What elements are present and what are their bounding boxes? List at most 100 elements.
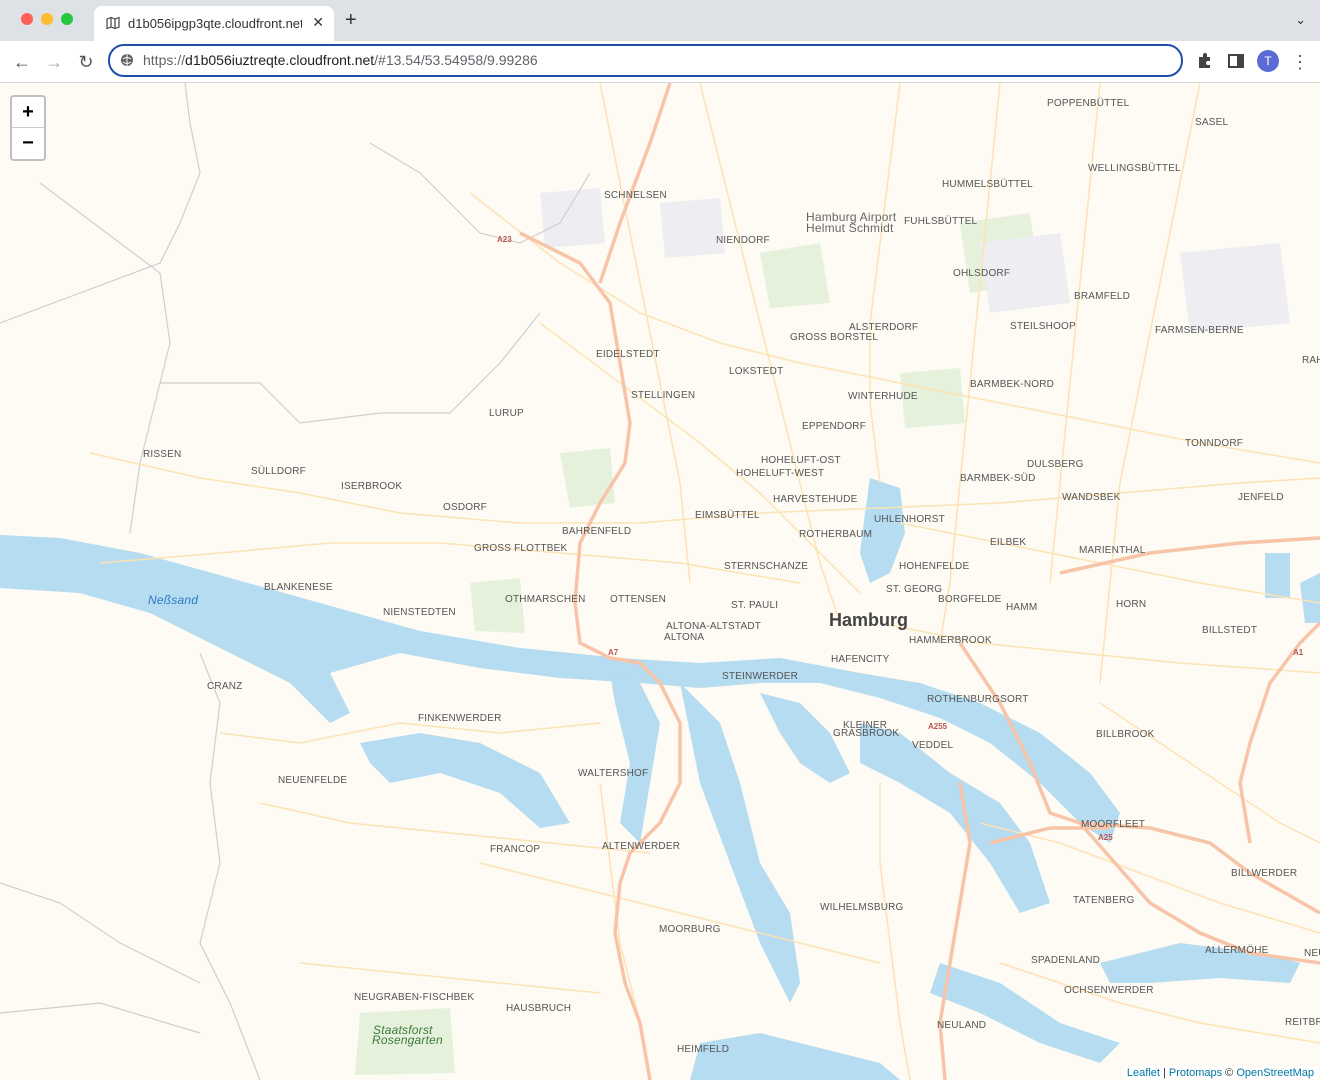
place-label: RAH bbox=[1302, 355, 1320, 366]
place-label: FRANCOP bbox=[490, 844, 541, 855]
place-label: WELLINGSBÜTTEL bbox=[1088, 163, 1181, 174]
place-label: NEU bbox=[1304, 948, 1320, 959]
urban-areas bbox=[540, 188, 1290, 333]
maximize-window-button[interactable] bbox=[61, 13, 73, 25]
browser-toolbar: ← → ↻ https://d1b056iuztreqte.cloudfront… bbox=[0, 41, 1320, 83]
place-label: MARIENTHAL bbox=[1079, 545, 1146, 556]
place-label: HOHELUFT-OST bbox=[761, 455, 841, 466]
tab-list-chevron-icon[interactable]: ⌄ bbox=[1295, 12, 1306, 28]
place-label: BAHRENFELD bbox=[562, 526, 632, 537]
zoom-out-button[interactable]: − bbox=[12, 128, 44, 158]
place-label: HARVESTEHUDE bbox=[773, 494, 858, 505]
city-label: Hamburg bbox=[829, 610, 909, 630]
place-label: EIMSBÜTTEL bbox=[695, 510, 760, 521]
minimize-window-button[interactable] bbox=[41, 13, 53, 25]
place-label: STEINWERDER bbox=[722, 671, 799, 682]
place-label: HORN bbox=[1116, 599, 1147, 610]
browser-menu-icon[interactable]: ⋮ bbox=[1289, 51, 1311, 73]
browser-tab[interactable]: d1b056ipgp3qte.cloudfront.net ✕ bbox=[94, 6, 334, 41]
place-label: FARMSEN-BERNE bbox=[1155, 325, 1244, 336]
motorways bbox=[519, 83, 1320, 1080]
place-label: HEIMFELD bbox=[677, 1044, 730, 1055]
extensions-puzzle-icon[interactable] bbox=[1195, 51, 1215, 71]
place-label: REITBR bbox=[1285, 1017, 1320, 1028]
place-label: GROSS BORSTEL bbox=[790, 332, 879, 343]
place-label: STEILSHOOP bbox=[1010, 321, 1076, 332]
place-label: LOKSTEDT bbox=[729, 366, 784, 377]
protomaps-link[interactable]: Protomaps bbox=[1169, 1067, 1222, 1079]
place-label: STELLINGEN bbox=[631, 390, 696, 401]
place-label: GRASBROOK bbox=[833, 728, 900, 739]
place-label: ALTONA-ALTSTADT bbox=[666, 621, 762, 632]
place-label: EPPENDORF bbox=[802, 421, 867, 432]
address-bar[interactable]: https://d1b056iuztreqte.cloudfront.net/#… bbox=[108, 44, 1183, 77]
place-label: MOORBURG bbox=[659, 924, 721, 935]
place-label: WANDSBEK bbox=[1062, 492, 1121, 503]
place-label: OTTENSEN bbox=[610, 594, 667, 605]
place-label: SASEL bbox=[1195, 117, 1229, 128]
back-button[interactable]: ← bbox=[11, 51, 33, 73]
close-window-button[interactable] bbox=[21, 13, 33, 25]
tab-close-icon[interactable]: ✕ bbox=[312, 14, 324, 31]
road-shield: A7 bbox=[608, 648, 619, 657]
place-label: SÜLLDORF bbox=[251, 466, 306, 477]
place-label: NEUGRABEN-FISCHBEK bbox=[354, 992, 475, 1003]
place-label: ISERBROOK bbox=[341, 481, 403, 492]
place-label: VEDDEL bbox=[912, 740, 954, 751]
place-label: SCHNELSEN bbox=[604, 190, 667, 201]
place-label: OTHMARSCHEN bbox=[505, 594, 586, 605]
place-label: ROTHERBAUM bbox=[799, 529, 873, 540]
place-label: BILLWERDER bbox=[1231, 868, 1298, 879]
map-attribution: Leaflet | Protomaps © OpenStreetMap bbox=[1122, 1066, 1318, 1080]
place-label: DULSBERG bbox=[1027, 459, 1084, 470]
reload-button[interactable]: ↻ bbox=[75, 51, 97, 73]
place-label: HUMMELSBÜTTEL bbox=[942, 179, 1033, 190]
place-label: HOHELUFT-WEST bbox=[736, 468, 825, 479]
site-info-icon[interactable] bbox=[120, 53, 134, 67]
place-label: ST. GEORG bbox=[886, 584, 943, 595]
forward-button[interactable]: → bbox=[43, 51, 65, 73]
profile-avatar[interactable]: T bbox=[1257, 50, 1279, 72]
place-label: NIENDORF bbox=[716, 235, 770, 246]
place-label: BLANKENESE bbox=[264, 582, 333, 593]
side-panel-icon[interactable] bbox=[1226, 51, 1246, 71]
place-label: BILLBROOK bbox=[1096, 729, 1155, 740]
place-label: NEULAND bbox=[937, 1020, 987, 1031]
airport-label: Helmut Schmidt bbox=[806, 221, 894, 235]
openstreetmap-link[interactable]: OpenStreetMap bbox=[1236, 1067, 1314, 1079]
place-label: GROSS FLOTTBEK bbox=[474, 543, 568, 554]
place-label: OSDORF bbox=[443, 502, 487, 513]
leaflet-link[interactable]: Leaflet bbox=[1127, 1067, 1160, 1079]
map-canvas[interactable]: POPPENBÜTTEL SASEL WELLINGSBÜTTEL HUMMEL… bbox=[0, 83, 1320, 1080]
place-label: HAMMERBROOK bbox=[909, 635, 992, 646]
place-label: BORGFELDE bbox=[938, 594, 1002, 605]
place-label: HAUSBRUCH bbox=[506, 1003, 572, 1014]
place-label: BRAMFELD bbox=[1074, 291, 1131, 302]
zoom-in-button[interactable]: + bbox=[12, 97, 44, 128]
park-label: Rosengarten bbox=[372, 1033, 443, 1047]
place-label: NEUENFELDE bbox=[278, 775, 348, 786]
place-label: EILBEK bbox=[990, 537, 1027, 548]
place-label: BARMBEK-SÜD bbox=[960, 473, 1036, 484]
place-label: ST. PAULI bbox=[731, 600, 779, 611]
road-shield: A1 bbox=[1293, 648, 1304, 657]
place-label: WALTERSHOF bbox=[578, 768, 649, 779]
place-label: ALTONA bbox=[664, 632, 705, 643]
place-label: HAFENCITY bbox=[831, 654, 890, 665]
tab-title: d1b056ipgp3qte.cloudfront.net bbox=[128, 16, 302, 31]
place-label: NIENSTEDTEN bbox=[383, 607, 456, 618]
place-label: HOHENFELDE bbox=[899, 561, 970, 572]
place-label: EIDELSTEDT bbox=[596, 349, 660, 360]
place-label: WILHELMSBURG bbox=[820, 902, 904, 913]
zoom-control: + − bbox=[10, 95, 46, 161]
place-label: JENFELD bbox=[1238, 492, 1284, 503]
place-label: RISSEN bbox=[143, 449, 182, 460]
place-label: STERNSCHANZE bbox=[724, 561, 809, 572]
place-label: TONNDORF bbox=[1185, 438, 1244, 449]
place-label: SPADENLAND bbox=[1031, 955, 1101, 966]
place-label: ALLERMÖHE bbox=[1205, 945, 1269, 956]
new-tab-button[interactable]: + bbox=[345, 10, 357, 30]
place-label: UHLENHORST bbox=[874, 514, 945, 525]
place-label: OHLSDORF bbox=[953, 268, 1011, 279]
water-label: Neßsand bbox=[148, 593, 199, 607]
